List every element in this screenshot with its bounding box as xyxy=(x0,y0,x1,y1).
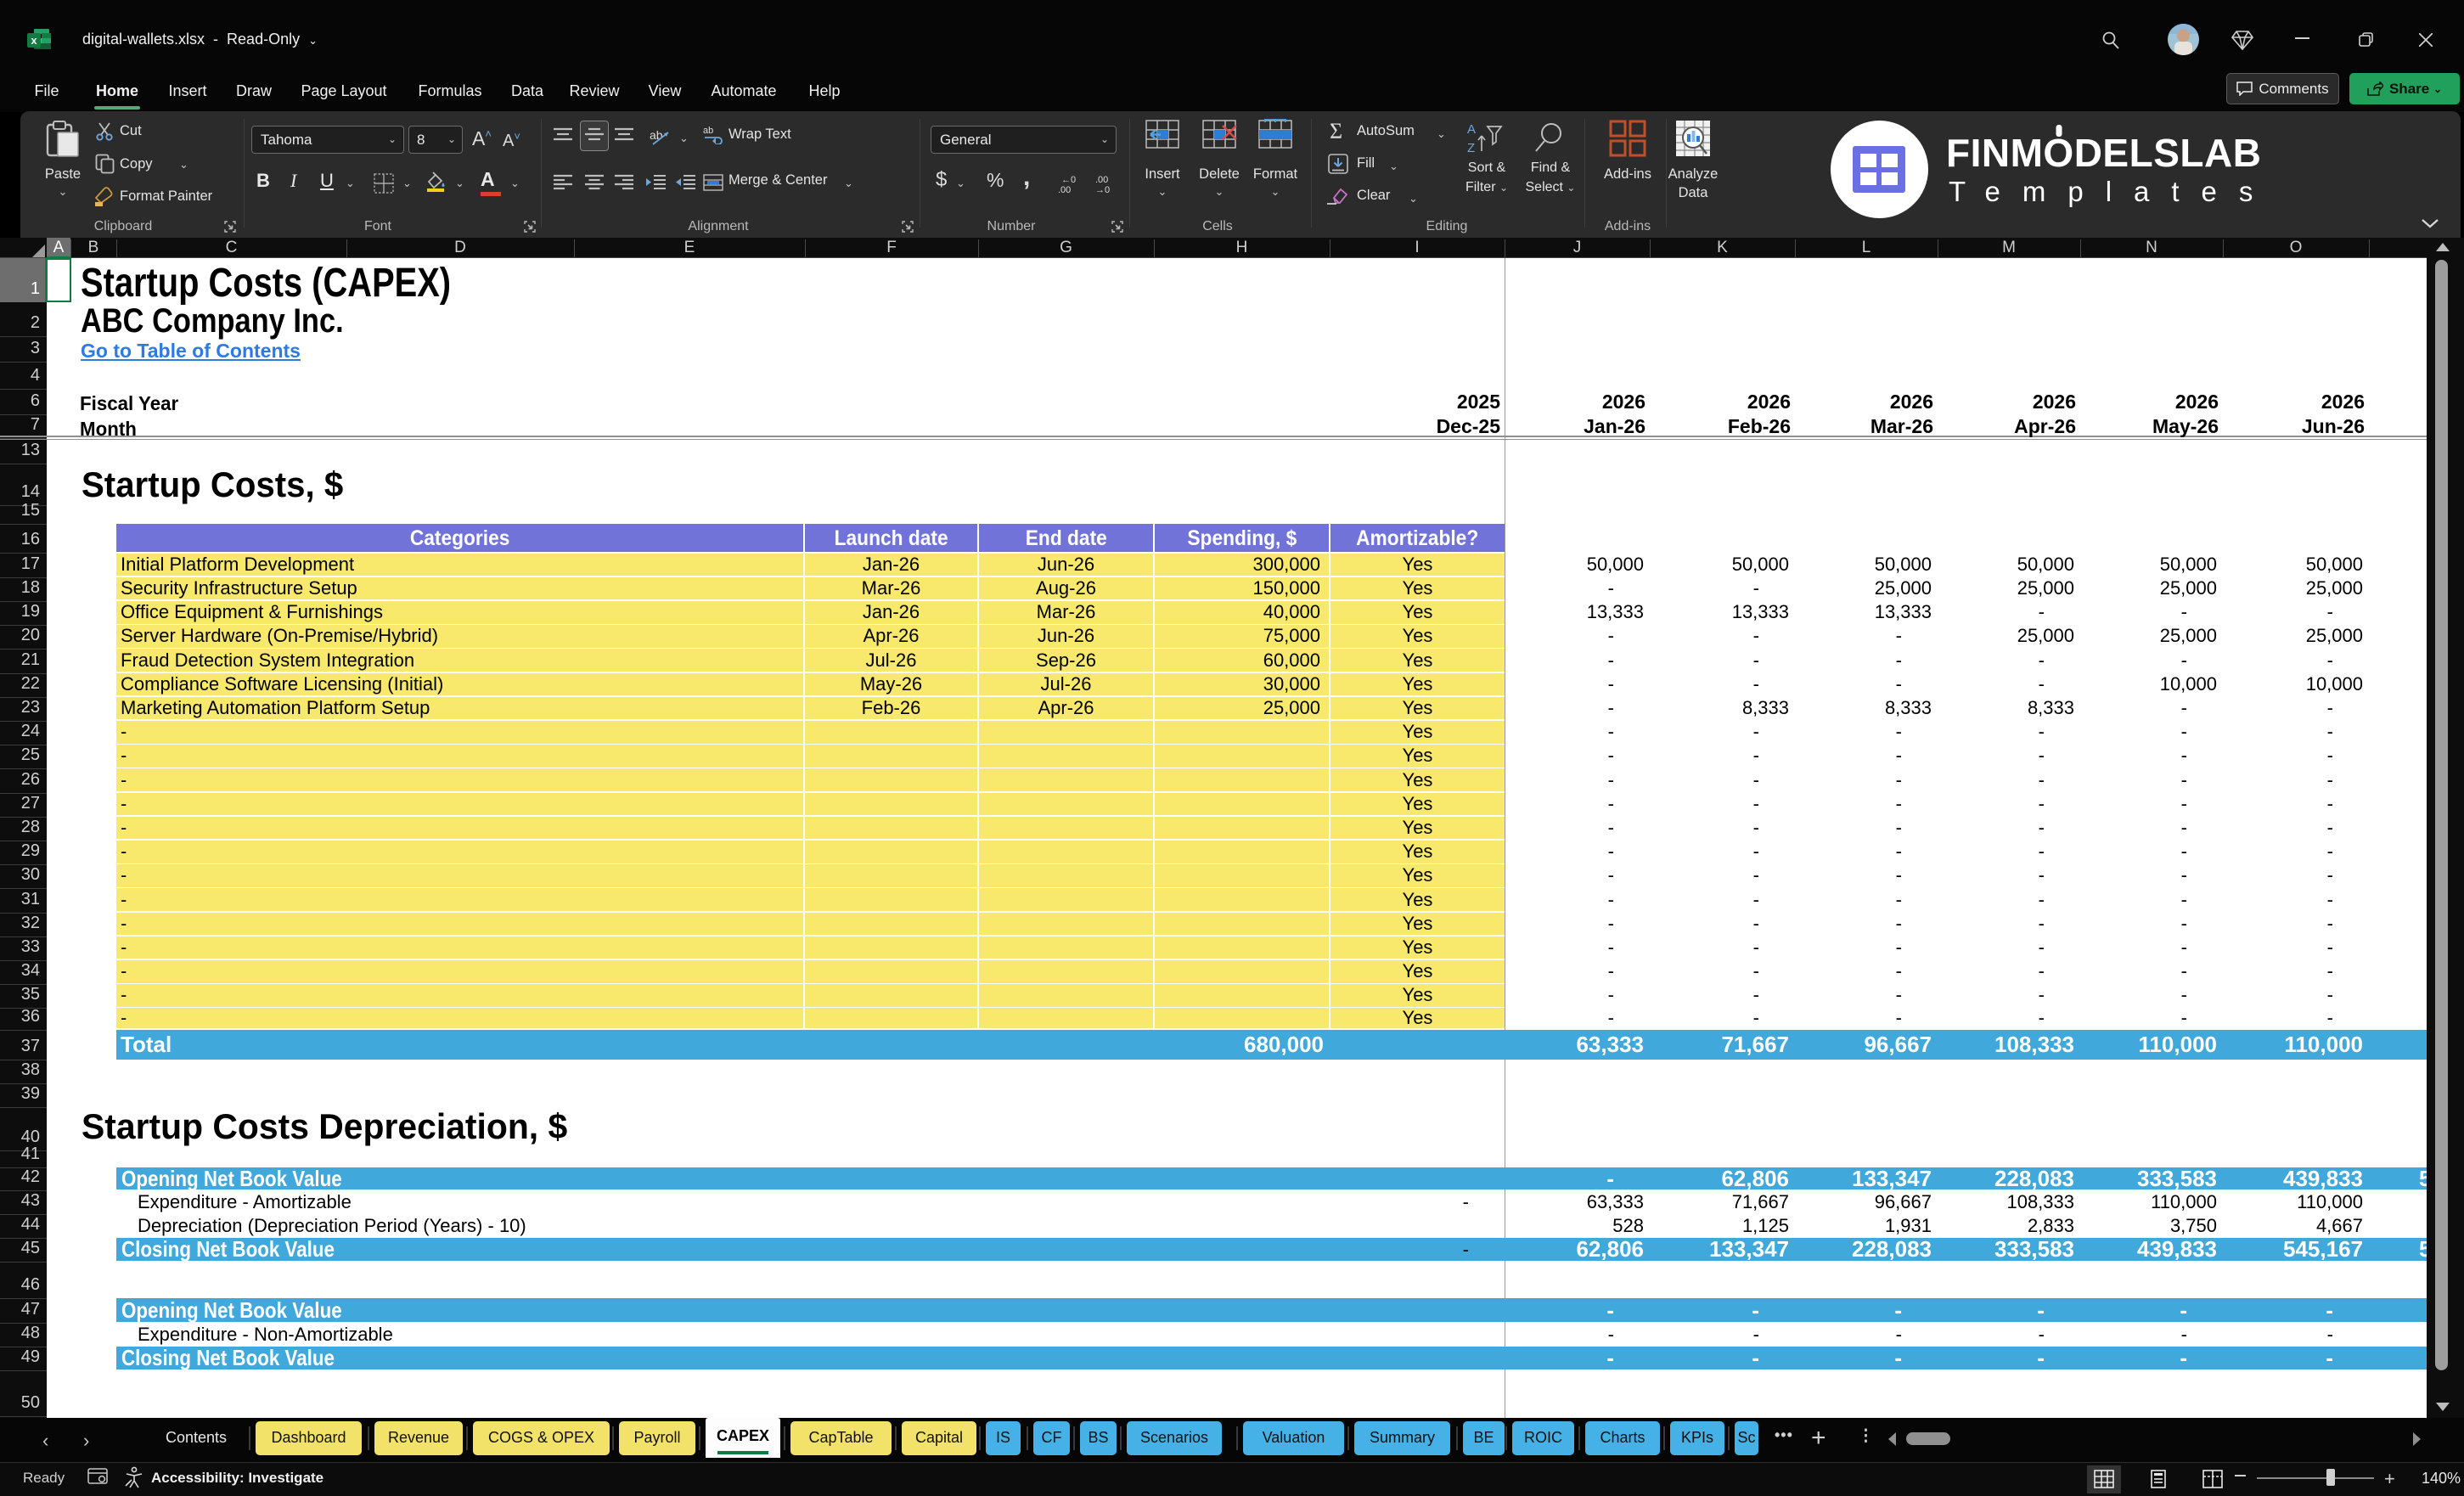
svg-text:.00: .00 xyxy=(1058,185,1071,194)
svg-text:x: x xyxy=(31,34,37,47)
svg-text:.00: .00 xyxy=(1095,175,1108,185)
svg-text:←0: ←0 xyxy=(1061,175,1076,185)
svg-text:→0: →0 xyxy=(1095,185,1110,194)
svg-text:ab: ab xyxy=(703,126,713,136)
svg-text:Z: Z xyxy=(1467,141,1475,155)
svg-text:A: A xyxy=(1467,122,1476,137)
svg-text:ab: ab xyxy=(650,128,663,142)
